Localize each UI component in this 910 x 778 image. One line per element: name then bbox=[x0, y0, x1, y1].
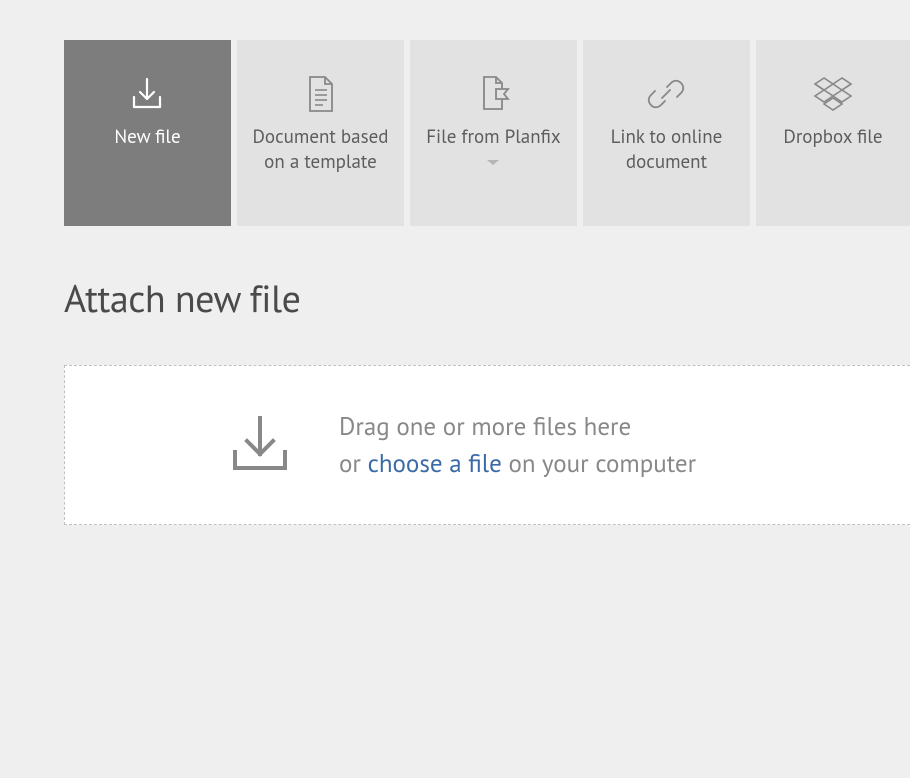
download-icon bbox=[225, 410, 295, 480]
dropzone-text: Drag one or more files here or choose a … bbox=[339, 408, 696, 483]
file-flag-icon bbox=[472, 66, 514, 121]
link-icon bbox=[645, 66, 687, 121]
tab-new-file[interactable]: New file bbox=[64, 40, 231, 226]
dropzone-line2: or choose a file on your computer bbox=[339, 445, 696, 483]
page-heading: Attach new file bbox=[64, 274, 910, 323]
download-icon bbox=[126, 66, 168, 121]
choose-file-link[interactable]: choose a file bbox=[368, 447, 502, 479]
tab-file-from-planfix[interactable]: File from Planfix bbox=[410, 40, 577, 226]
tab-label: File from Planfix bbox=[416, 125, 570, 150]
tab-link-online[interactable]: Link to online document bbox=[583, 40, 750, 226]
document-icon bbox=[301, 66, 339, 121]
tab-dropbox[interactable]: Dropbox file bbox=[756, 40, 910, 226]
tab-doc-template[interactable]: Document based on a template bbox=[237, 40, 404, 226]
tabs-row: New file Document based on a template bbox=[64, 40, 910, 226]
dropzone[interactable]: Drag one or more files here or choose a … bbox=[64, 365, 910, 525]
tab-label: New file bbox=[104, 125, 190, 150]
tab-label: Link to online document bbox=[583, 125, 750, 174]
dropzone-line1: Drag one or more files here bbox=[339, 408, 696, 446]
tab-label: Document based on a template bbox=[237, 125, 404, 174]
dropbox-icon bbox=[811, 66, 855, 121]
tab-label: Dropbox file bbox=[773, 125, 892, 150]
chevron-down-icon bbox=[485, 158, 501, 168]
